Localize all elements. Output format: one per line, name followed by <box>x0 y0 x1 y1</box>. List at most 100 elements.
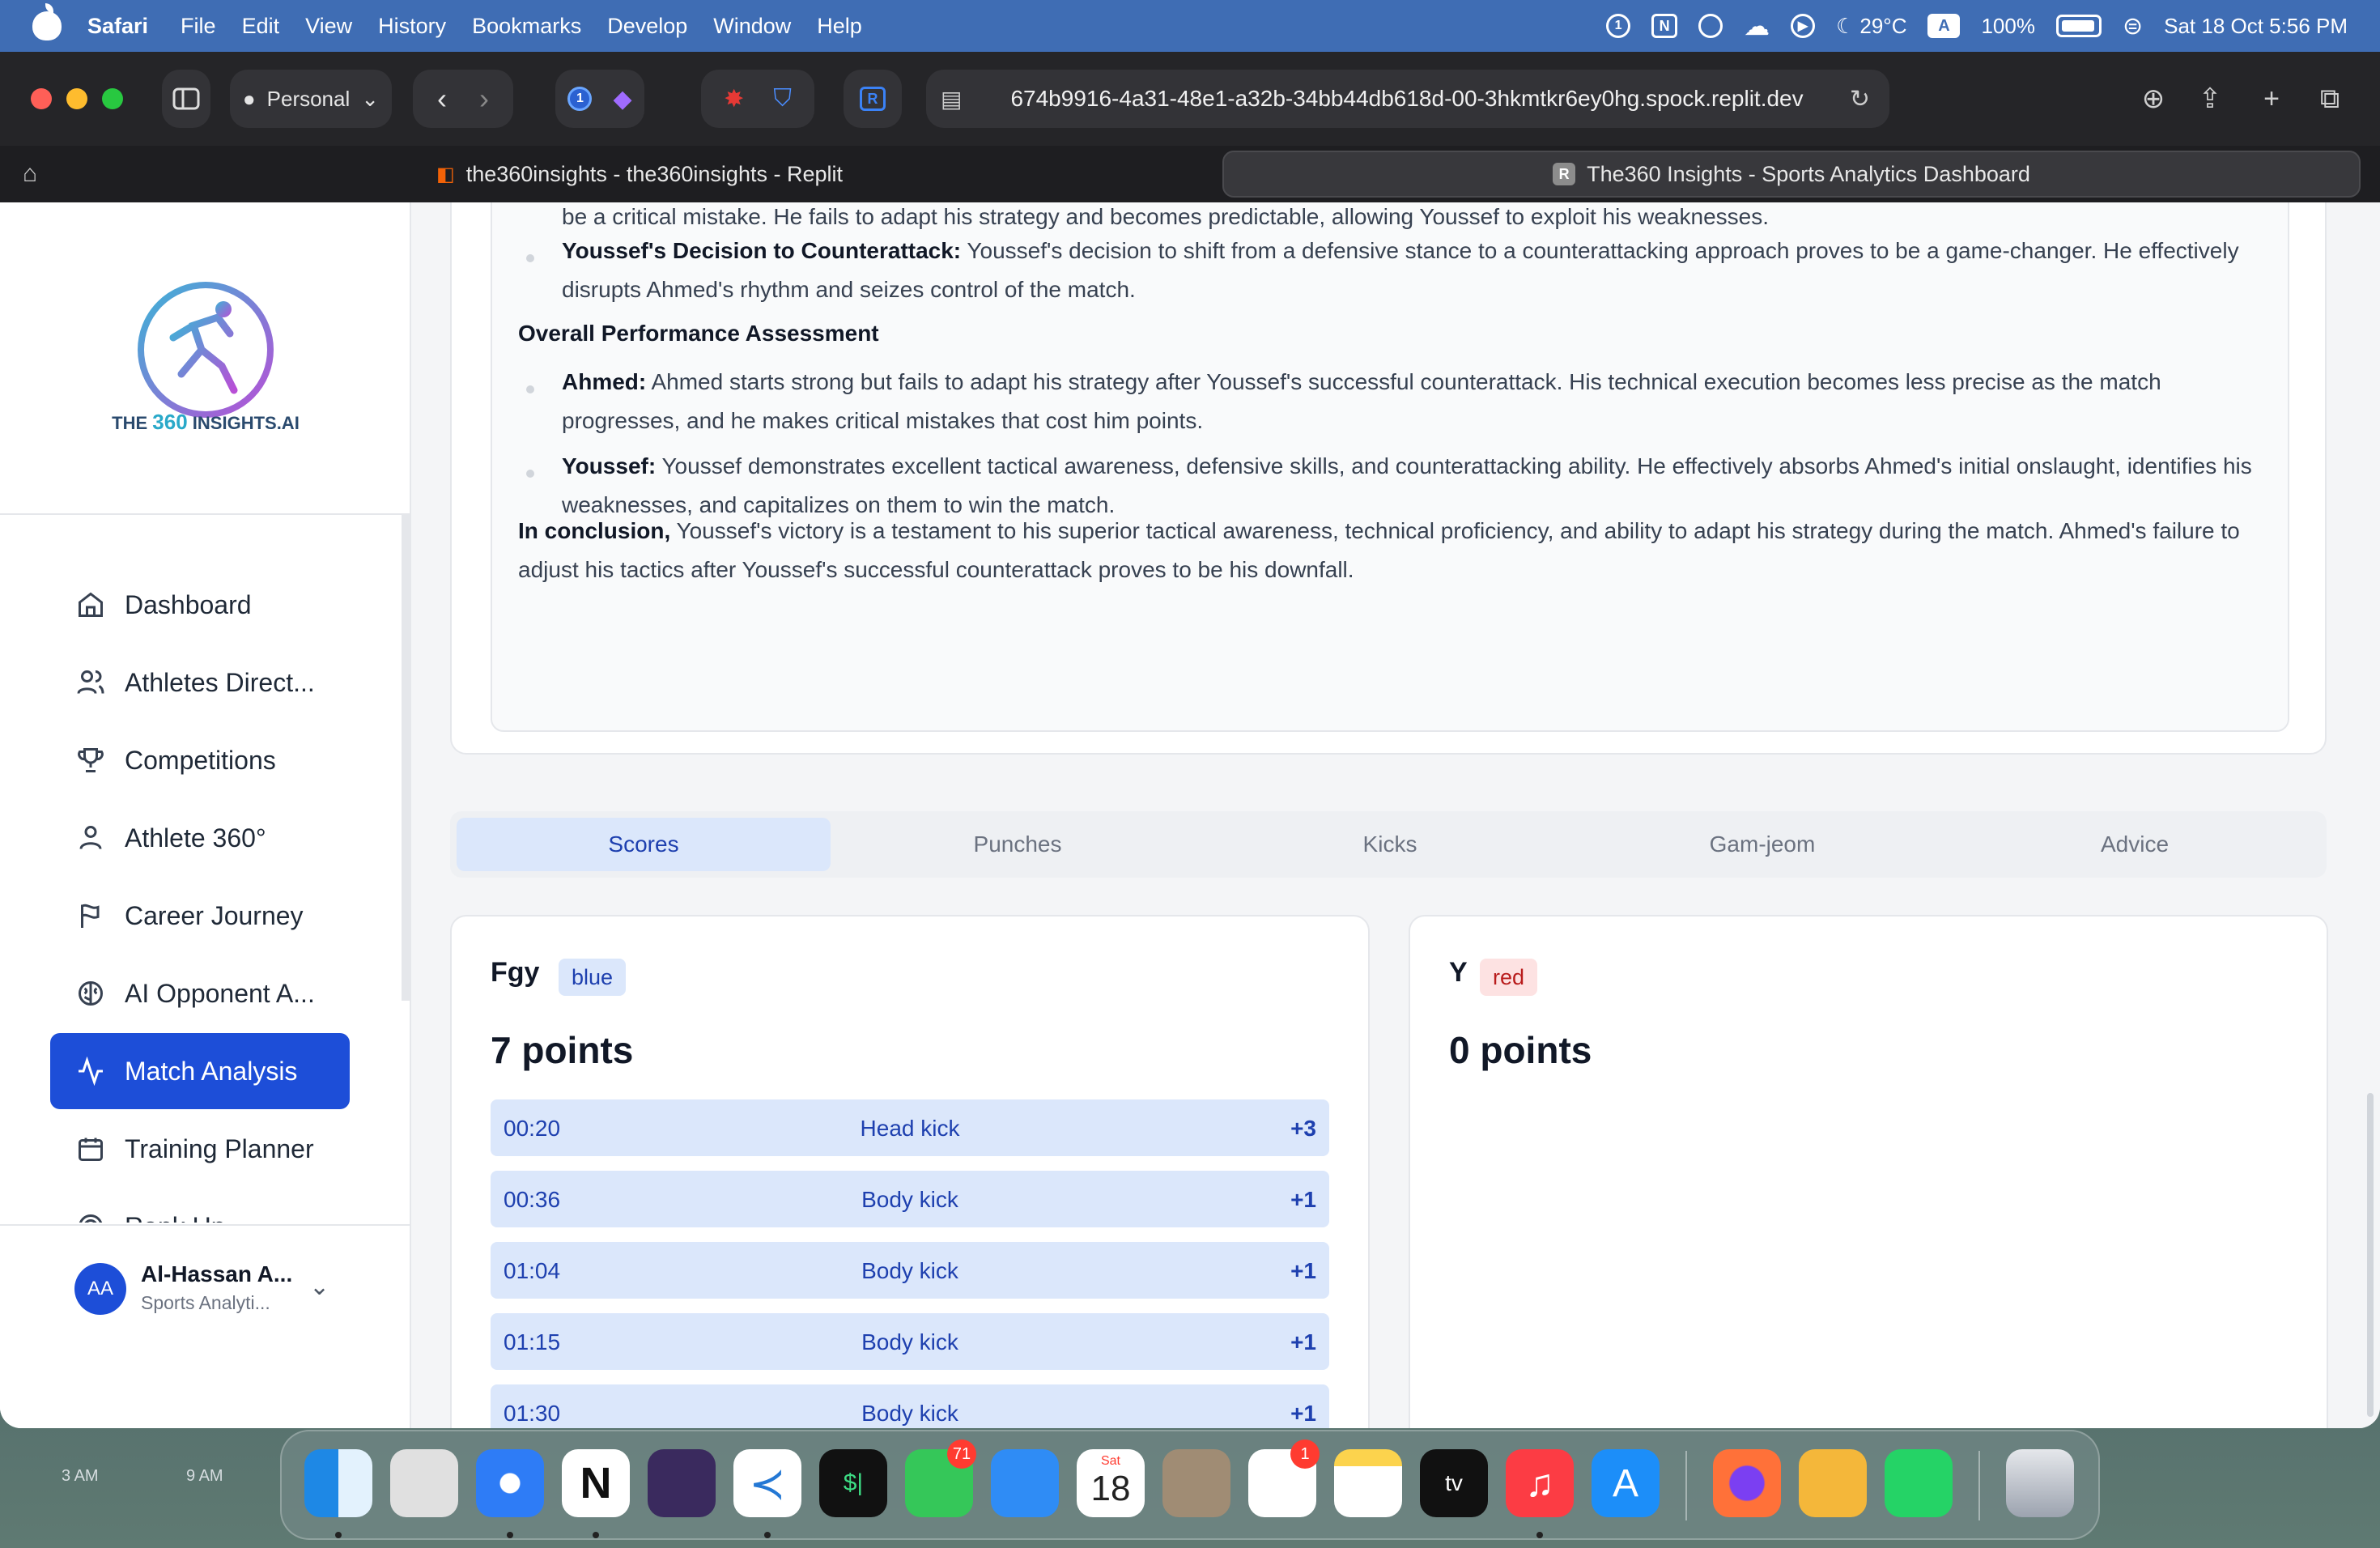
extensions-group-1: 1 ◆ <box>555 70 644 128</box>
calendar-app-icon[interactable]: Sat 18 <box>1077 1449 1145 1517</box>
menu-window[interactable]: Window <box>713 14 791 39</box>
sidebar-item-competitions[interactable]: Competitions <box>50 722 350 798</box>
menu-file[interactable]: File <box>181 14 216 39</box>
shield-extension-icon[interactable]: ⛉ <box>773 85 792 113</box>
vscode-icon[interactable]: ≺ <box>733 1449 801 1517</box>
users-icon <box>74 666 107 699</box>
forward-button[interactable]: › <box>479 82 489 116</box>
battery-percent[interactable]: 100% <box>1981 14 2035 39</box>
sidebar-item-label: AI Opponent A... <box>125 978 315 1008</box>
control-center-icon[interactable]: ⊜ <box>2123 12 2143 40</box>
contacts-icon[interactable] <box>1162 1449 1230 1517</box>
sidebar-toggle-button[interactable] <box>162 70 210 128</box>
tab-advice[interactable]: Advice <box>1948 818 2322 871</box>
reload-icon[interactable]: ↻ <box>1850 85 1870 113</box>
finder-icon[interactable] <box>304 1449 372 1517</box>
password-manager-icon[interactable]: 1 <box>1606 14 1631 38</box>
apple-menu-icon[interactable] <box>32 3 62 40</box>
back-button[interactable]: ‹ <box>437 82 447 116</box>
menu-bookmarks[interactable]: Bookmarks <box>472 14 581 39</box>
sidebar-item-label: Match Analysis <box>125 1056 298 1086</box>
tab-replit[interactable]: ◧ the360insights - the360insights - Repl… <box>70 151 1209 198</box>
obsidian-icon[interactable] <box>648 1449 716 1517</box>
tab-overview-icon[interactable]: ⧉ <box>2310 79 2349 118</box>
running-indicator <box>507 1532 513 1538</box>
play-icon[interactable]: ▶ <box>1791 14 1816 38</box>
sidebar-item-dashboard[interactable]: Dashboard <box>50 567 350 643</box>
tab-group-icon[interactable]: ⌂ <box>23 160 37 188</box>
input-source[interactable]: A <box>1927 14 1961 38</box>
tab-dashboard[interactable]: R The360 Insights - Sports Analytics Das… <box>1222 151 2361 198</box>
sidebar-item-athlete-360[interactable]: Athlete 360° <box>50 800 350 876</box>
ahmed-paragraph: Ahmed: Ahmed starts strong but fails to … <box>562 363 2254 440</box>
battery-icon[interactable] <box>2055 15 2102 37</box>
menu-edit[interactable]: Edit <box>242 14 280 39</box>
score-value: +1 <box>1290 1187 1316 1212</box>
close-window-button[interactable] <box>31 88 52 109</box>
page-menu-icon[interactable]: ▤ <box>941 86 962 113</box>
circle-status-icon[interactable] <box>1698 14 1723 38</box>
tab-scores[interactable]: Scores <box>457 818 831 871</box>
tab-kicks[interactable]: Kicks <box>1203 818 1577 871</box>
menu-app-name[interactable]: Safari <box>87 14 148 39</box>
notion-icon[interactable]: N <box>562 1449 630 1517</box>
music-icon[interactable]: ♫ <box>1506 1449 1574 1517</box>
sidebar-item-ai-opponent[interactable]: AI Opponent A... <box>50 955 350 1031</box>
new-tab-icon[interactable]: + <box>2252 79 2291 118</box>
profile-button[interactable]: ● Personal ⌄ <box>230 70 392 128</box>
user-menu-button[interactable]: AA Al-Hassan A... Sports Analyti... ⌄ <box>24 1255 364 1325</box>
url-text[interactable]: 674b9916-4a31-48e1-a32b-34bb44db618d-00-… <box>1010 86 1803 112</box>
notes-icon[interactable] <box>1334 1449 1402 1517</box>
sidebar-item-label: Career Journey <box>125 900 304 930</box>
logo-emblem <box>138 282 274 418</box>
score-value: +1 <box>1290 1329 1316 1354</box>
sidebar-item-match-analysis[interactable]: Match Analysis <box>50 1033 350 1109</box>
weather-widget[interactable]: ☾ 29°C <box>1836 14 1906 39</box>
sidebar-scrollbar[interactable] <box>402 515 410 1001</box>
main-scrollbar[interactable] <box>2367 1093 2374 1417</box>
share-icon[interactable]: ⇪ <box>2191 79 2229 118</box>
whatsapp-icon[interactable] <box>1885 1449 1953 1517</box>
downloads-icon[interactable]: ⊕ <box>2134 79 2173 118</box>
sidebar-item-athletes-directory[interactable]: Athletes Direct... <box>50 644 350 721</box>
extensions-group-2: ✸ ⛉ <box>701 70 814 128</box>
safari-icon[interactable] <box>476 1449 544 1517</box>
cloud-icon[interactable]: ☁ <box>1744 11 1770 41</box>
menu-history[interactable]: History <box>378 14 446 39</box>
overall-heading: Overall Performance Assessment <box>518 321 879 346</box>
blocker-extension-icon[interactable]: ✸ <box>724 85 744 113</box>
menu-develop[interactable]: Develop <box>607 14 687 39</box>
menu-view[interactable]: View <box>305 14 352 39</box>
blue-player-points: 7 points <box>491 1029 634 1071</box>
sidebar-item-rank-up[interactable]: Rank Up <box>50 1189 350 1223</box>
score-row: 01:30 Body kick +1 <box>491 1384 1329 1428</box>
tab-gam-jeom[interactable]: Gam-jeom <box>1575 818 1949 871</box>
sidebar-item-career-journey[interactable]: Career Journey <box>50 878 350 954</box>
terminal-icon[interactable]: $| <box>819 1449 887 1517</box>
apple-tv-icon[interactable]: tv <box>1420 1449 1488 1517</box>
tableplus-icon[interactable] <box>1799 1449 1867 1517</box>
app-store-icon[interactable]: A <box>1592 1449 1660 1517</box>
target-icon <box>74 1210 107 1223</box>
launchpad-icon[interactable] <box>390 1449 458 1517</box>
score-action: Body kick <box>861 1401 958 1426</box>
address-bar[interactable]: ▤ 674b9916-4a31-48e1-a32b-34bb44db618d-0… <box>926 70 1889 128</box>
obsidian-extension-icon[interactable]: ◆ <box>613 85 631 113</box>
score-action: Body kick <box>861 1258 958 1283</box>
mail-icon[interactable] <box>991 1449 1059 1517</box>
notion-menu-icon[interactable]: N <box>1651 14 1678 38</box>
firefox-icon[interactable] <box>1713 1449 1781 1517</box>
onepassword-extension-icon[interactable]: 1 <box>567 87 593 111</box>
analysis-text-panel: be a critical mistake. He fails to adapt… <box>491 202 2289 732</box>
zoom-window-button[interactable] <box>102 88 123 109</box>
datetime[interactable]: Sat 18 Oct 5:56 PM <box>2164 14 2348 39</box>
trash-icon[interactable] <box>2006 1449 2074 1517</box>
avatar: AA <box>74 1263 126 1315</box>
menu-help[interactable]: Help <box>817 14 862 39</box>
tab-punches[interactable]: Punches <box>831 818 1205 871</box>
sidebar-item-training-planner[interactable]: Training Planner <box>50 1111 350 1187</box>
minimize-window-button[interactable] <box>66 88 87 109</box>
running-indicator <box>1536 1532 1543 1538</box>
replit-extension-button[interactable]: R <box>844 70 902 128</box>
calendar-app-date: 18 <box>1090 1469 1131 1508</box>
